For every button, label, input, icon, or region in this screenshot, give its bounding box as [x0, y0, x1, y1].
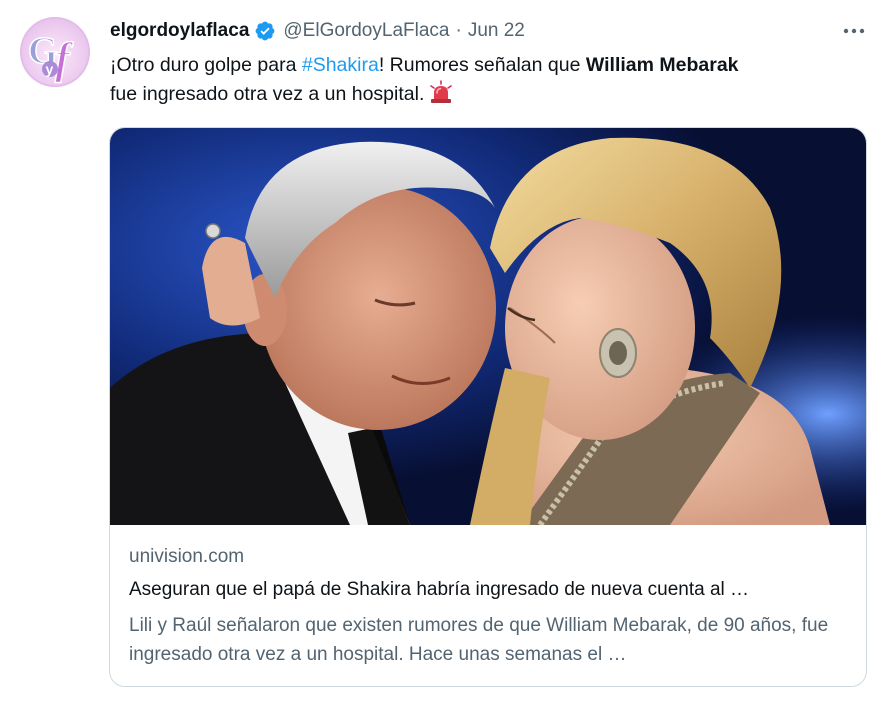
card-description: Lili y Raúl señalaron que existen rumore… [129, 615, 829, 665]
bold-name: William Mebarak [585, 54, 739, 76]
more-dots-icon [843, 28, 865, 34]
tweet-text-part: ¡Otro duro golpe para [110, 54, 302, 76]
tweet-text: ¡Otro duro golpe para #Shakira! Rumores … [110, 51, 850, 113]
gyf-logo-icon: G f y [20, 17, 90, 87]
tweet-text-part: fue ingresado otra vez a un hospital. [110, 83, 425, 105]
verified-badge-icon [254, 20, 276, 42]
card-domain: univision.com [129, 546, 245, 567]
timestamp[interactable]: Jun 22 [468, 20, 525, 42]
display-name[interactable]: elgordoylaflaca [110, 20, 249, 42]
avatar[interactable]: G f y [20, 17, 90, 87]
link-preview-card[interactable]: univision.com Aseguran que el papá de Sh… [109, 127, 867, 687]
tweet-text-part: ! Rumores señalan que [378, 54, 586, 76]
handle[interactable]: @ElGordoyLaFlaca [283, 20, 449, 42]
article-photo[interactable] [110, 128, 866, 525]
tweet[interactable]: G f y elgordoylaflaca @ElGordoyLaFlaca ·… [0, 0, 886, 705]
tweet-header: elgordoylaflaca @ElGordoyLaFlaca · Jun 2… [110, 18, 525, 44]
svg-text:f: f [55, 34, 74, 83]
siren-icon [428, 80, 454, 113]
separator: · [455, 20, 462, 41]
svg-text:y: y [46, 61, 54, 77]
hashtag-link[interactable]: #Shakira [302, 54, 379, 76]
card-title: Aseguran que el papá de Shakira habría i… [129, 579, 750, 600]
more-options-button[interactable] [840, 18, 868, 44]
